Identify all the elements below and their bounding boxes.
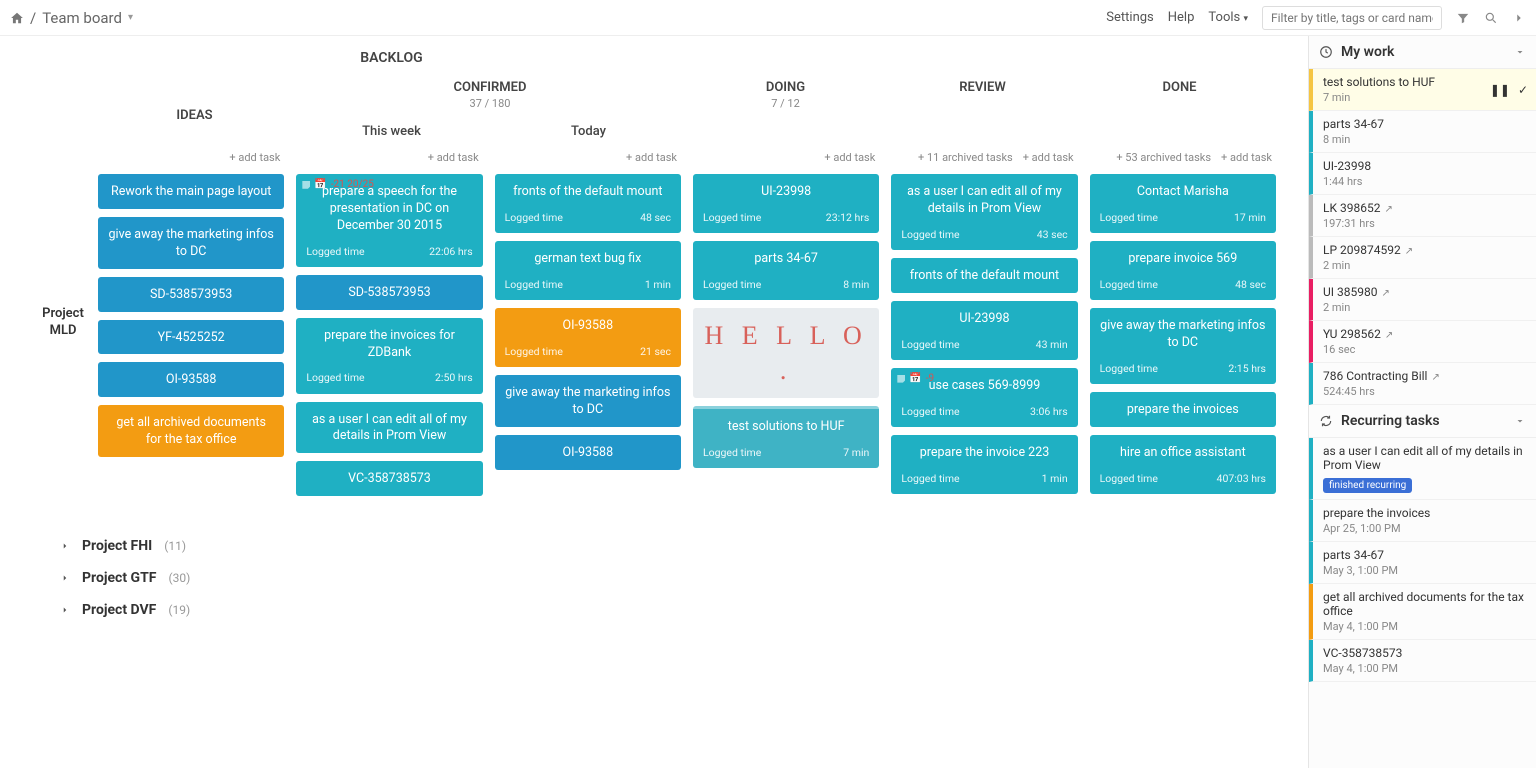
card[interactable]: as a user I can edit all of my details i… <box>891 174 1077 250</box>
thisweek-header: This week <box>293 124 490 139</box>
archived-link[interactable]: + 53 archived tasks <box>1116 151 1211 164</box>
help-link[interactable]: Help <box>1168 10 1195 25</box>
card[interactable]: SD-538573953 <box>98 277 284 312</box>
side-item[interactable]: as a user I can edit all of my details i… <box>1309 438 1536 500</box>
breadcrumb-caret[interactable]: ▾ <box>128 12 133 23</box>
refresh-icon <box>1319 414 1333 428</box>
doing-count: 7 / 12 <box>687 97 884 110</box>
card[interactable]: prepare the invoices for ZDBankLogged ti… <box>296 318 482 394</box>
collapsed-lane[interactable]: Project FHI(11) <box>0 530 1308 562</box>
recurring-title[interactable]: Recurring tasks <box>1341 413 1440 429</box>
card[interactable]: prepare invoice 569Logged time48 sec <box>1090 241 1276 300</box>
card[interactable]: Contact MarishaLogged time17 min <box>1090 174 1276 233</box>
clock-icon <box>1319 45 1333 59</box>
card[interactable]: fronts of the default mountLogged time48… <box>495 174 681 233</box>
side-item[interactable]: test solutions to HUF7 min❚❚✓ <box>1309 69 1536 111</box>
done-header: DONE <box>1081 80 1278 139</box>
breadcrumb[interactable]: Team board <box>42 9 122 27</box>
confirmed-count: 37 / 180 <box>293 97 687 110</box>
side-item[interactable]: YU 298562↗16 sec <box>1309 321 1536 363</box>
card[interactable]: OI-93588 <box>495 435 681 470</box>
side-item[interactable]: UI 385980↗2 min <box>1309 279 1536 321</box>
side-item[interactable]: LK 398652↗197:31 hrs <box>1309 195 1536 237</box>
card[interactable]: give away the marketing infos to DC <box>495 375 681 427</box>
card-image[interactable]: H E L L O . <box>693 308 879 398</box>
mywork-title[interactable]: My work <box>1341 44 1394 60</box>
chevron-down-icon[interactable] <box>1514 415 1526 427</box>
side-item[interactable]: VC-358738573May 4, 1:00 PM <box>1309 640 1536 682</box>
card[interactable]: give away the marketing infos to DCLogge… <box>1090 308 1276 384</box>
check-icon[interactable]: ✓ <box>1518 83 1528 97</box>
add-task[interactable]: + add task <box>1023 151 1074 164</box>
card[interactable]: get all archived documents for the tax o… <box>98 405 284 457</box>
add-task[interactable]: + add task <box>428 151 479 164</box>
card[interactable]: OI-93588Logged time21 sec <box>495 308 681 367</box>
collapsed-lane[interactable]: Project DVF(19) <box>0 594 1308 626</box>
archived-link[interactable]: + 11 archived tasks <box>918 151 1013 164</box>
search-icon[interactable] <box>1484 11 1498 25</box>
pause-icon[interactable]: ❚❚ <box>1490 83 1510 97</box>
side-item[interactable]: UI-239981:44 hrs <box>1309 153 1536 195</box>
today-header: Today <box>490 124 687 139</box>
card[interactable]: VC-358738573 <box>296 461 482 496</box>
card[interactable]: give away the marketing infos to DC <box>98 217 284 269</box>
card[interactable]: german text bug fixLogged time1 min <box>495 241 681 300</box>
ideas-header: IDEAS <box>96 80 293 139</box>
confirmed-header: CONFIRMED <box>293 80 687 95</box>
chevron-down-icon[interactable] <box>1514 46 1526 58</box>
card[interactable]: prepare the invoice 223Logged time1 min <box>891 435 1077 494</box>
review-header: REVIEW <box>884 80 1081 139</box>
home-icon[interactable] <box>10 11 24 25</box>
lane-label: Project MLD <box>30 145 96 500</box>
side-item[interactable]: get all archived documents for the tax o… <box>1309 584 1536 640</box>
settings-link[interactable]: Settings <box>1106 10 1153 25</box>
card[interactable]: YF-4525252 <box>98 320 284 355</box>
card[interactable]: UI-23998Logged time43 min <box>891 301 1077 360</box>
card[interactable]: hire an office assistantLogged time407:0… <box>1090 435 1276 494</box>
card[interactable]: Rework the main page layout <box>98 174 284 209</box>
side-item[interactable]: parts 34-67May 3, 1:00 PM <box>1309 542 1536 584</box>
card[interactable]: UI-23998Logged time23:12 hrs <box>693 174 879 233</box>
side-item[interactable]: 786 Contracting Bill↗524:45 hrs <box>1309 363 1536 405</box>
breadcrumb-sep: / <box>30 9 36 27</box>
card[interactable]: parts 34-67Logged time8 min <box>693 241 879 300</box>
card[interactable]: as a user I can edit all of my details i… <box>296 402 482 454</box>
side-item[interactable]: prepare the invoicesApr 25, 1:00 PM <box>1309 500 1536 542</box>
search-input[interactable] <box>1262 6 1442 30</box>
add-task[interactable]: + add task <box>1221 151 1272 164</box>
card[interactable]: 📅-21 20/25prepare a speech for the prese… <box>296 174 482 267</box>
side-item[interactable]: LP 209874592↗2 min <box>1309 237 1536 279</box>
collapsed-lane[interactable]: Project GTF(30) <box>0 562 1308 594</box>
card[interactable]: 📅-9use cases 569-8999Logged time3:06 hrs <box>891 368 1077 427</box>
card[interactable]: fronts of the default mount <box>891 258 1077 293</box>
add-task[interactable]: + add task <box>229 151 280 164</box>
add-task[interactable]: + add task <box>626 151 677 164</box>
side-item[interactable]: parts 34-678 min <box>1309 111 1536 153</box>
card[interactable]: prepare the invoices <box>1090 392 1276 427</box>
filter-icon[interactable] <box>1456 11 1470 25</box>
add-task[interactable]: + add task <box>824 151 875 164</box>
backlog-header: BACKLOG <box>96 36 687 80</box>
card[interactable]: SD-538573953 <box>296 275 482 310</box>
card[interactable]: test solutions to HUFLogged time7 min <box>693 406 879 468</box>
tools-link[interactable]: Tools ▾ <box>1208 10 1248 25</box>
doing-header: DOING <box>687 80 884 95</box>
expand-icon[interactable] <box>1512 11 1526 25</box>
card[interactable]: OI-93588 <box>98 362 284 397</box>
